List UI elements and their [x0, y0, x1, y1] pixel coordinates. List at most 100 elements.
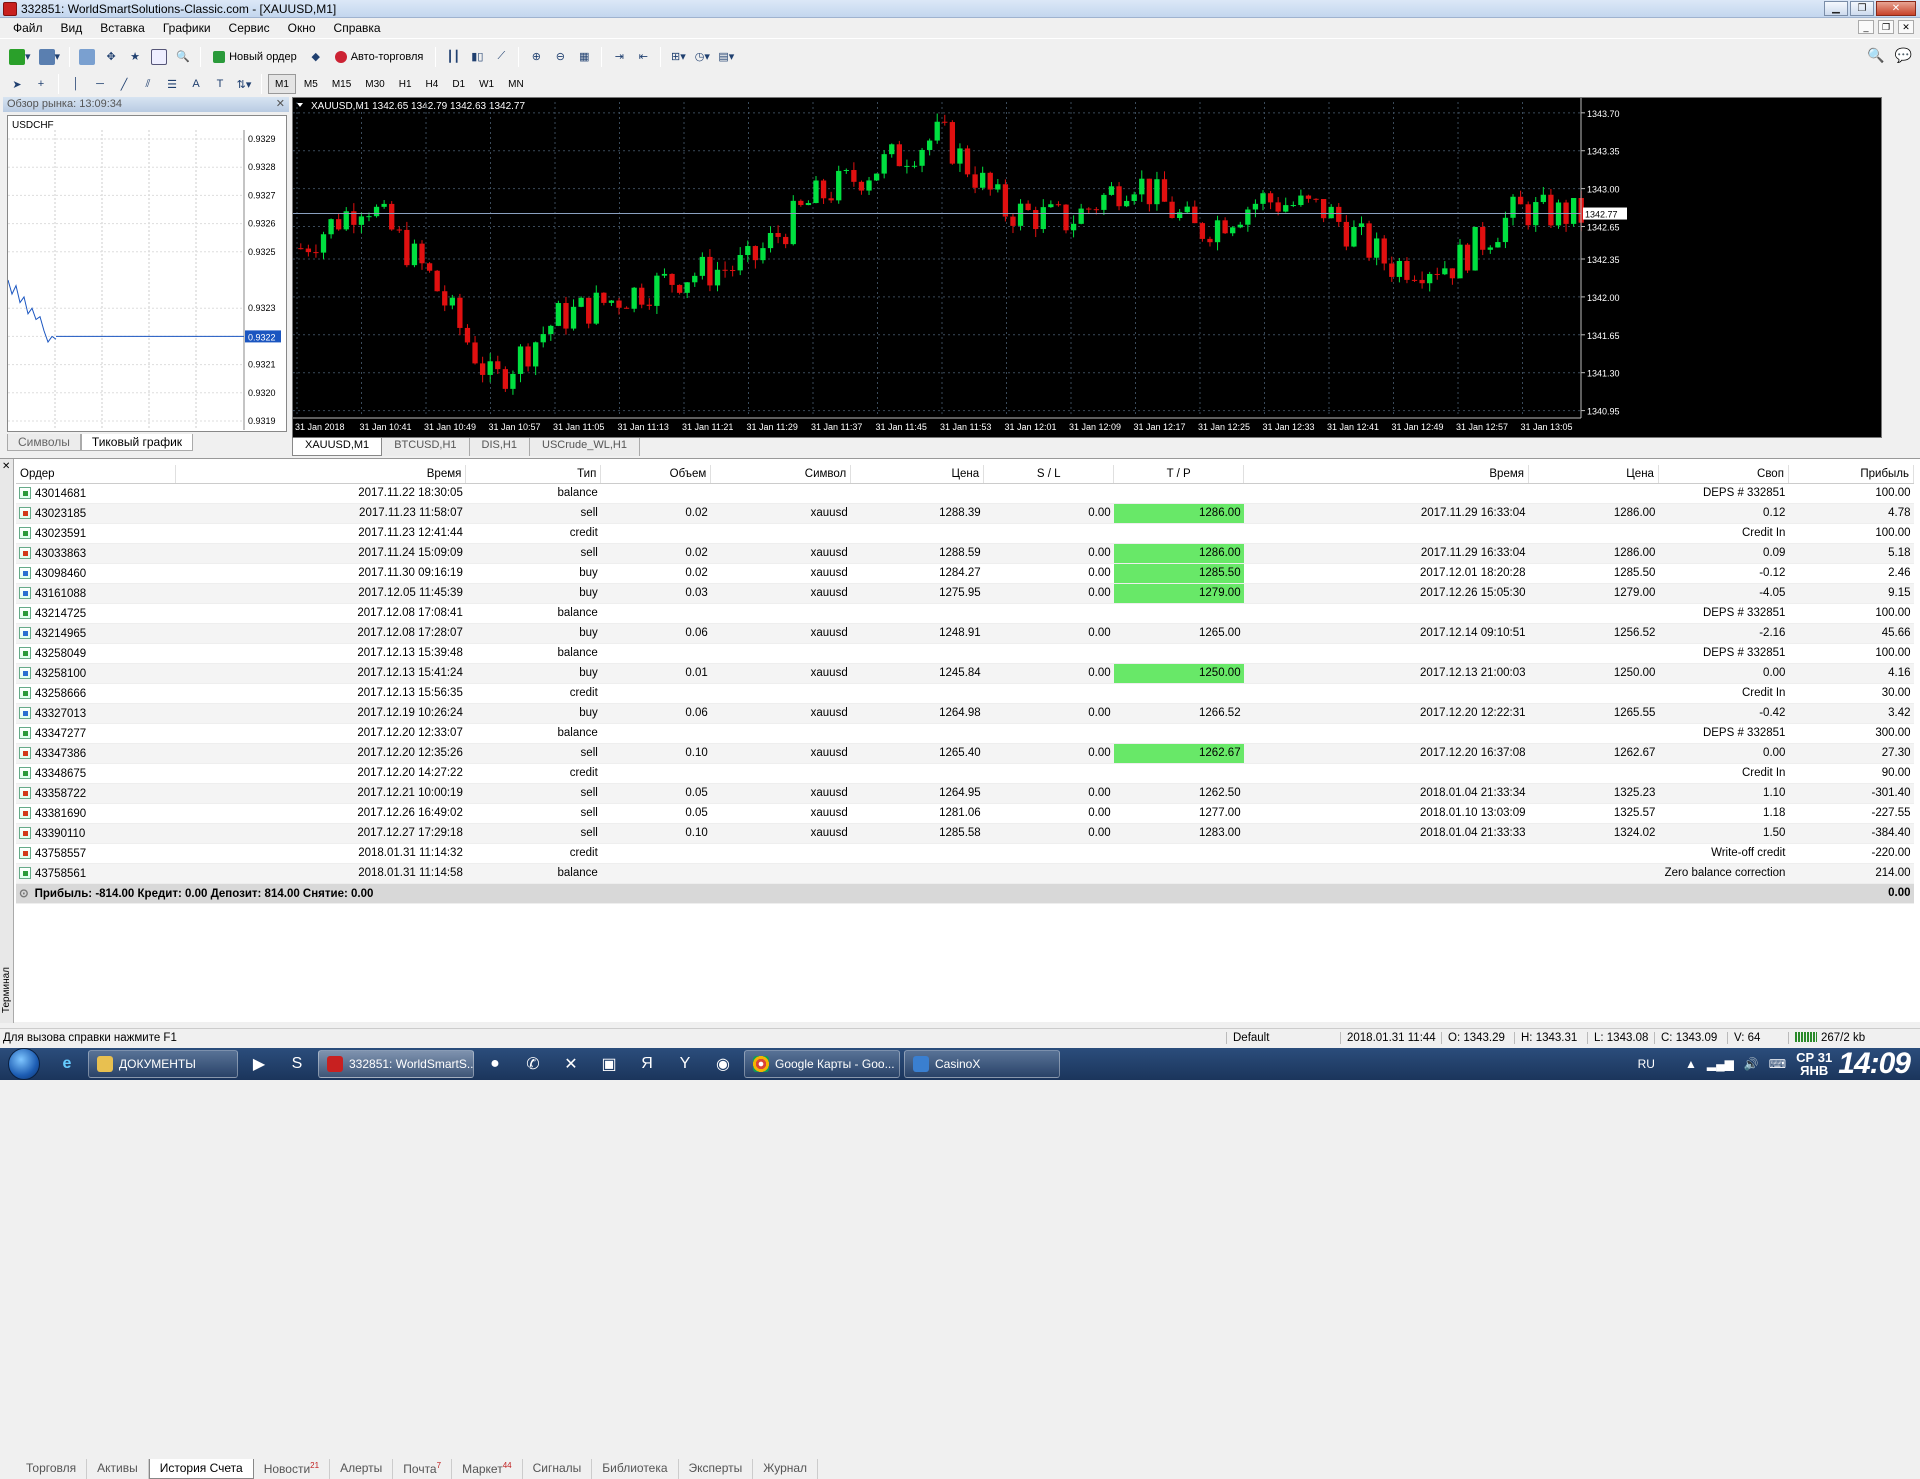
task-casinox[interactable]: CasinoX [904, 1050, 1060, 1078]
table-row[interactable]: 43023591 2017.11.23 12:41:44 credit Credit … [16, 523, 1914, 544]
table-row[interactable]: 43347386 2017.12.20 12:35:26 sell 0.10 xauus… [16, 743, 1914, 764]
table-row[interactable]: 43348675 2017.12.20 14:27:22 credit Credit … [16, 763, 1914, 784]
terminal-tab-3[interactable]: Новости21 [254, 1459, 331, 1479]
table-row[interactable]: 43327013 2017.12.19 10:26:24 buy 0.06 xauusd… [16, 703, 1914, 724]
terminal-tab-7[interactable]: Сигналы [523, 1459, 593, 1479]
templates-icon[interactable]: ▤▾ [715, 46, 737, 68]
chart-shift-icon[interactable]: ⇤ [632, 46, 654, 68]
bar-chart-icon[interactable]: ┃┃ [442, 46, 464, 68]
terminal-tab-0[interactable]: Торговля [16, 1459, 88, 1479]
table-row[interactable]: 43258666 2017.12.13 15:56:35 credit Credit … [16, 683, 1914, 704]
chat-icon[interactable]: 💬 [1895, 47, 1912, 64]
text-label-icon[interactable]: T [209, 73, 231, 95]
data-window-icon[interactable]: ✥ [100, 46, 122, 68]
col-close-price[interactable]: Цена [1528, 465, 1659, 484]
terminal-tab-9[interactable]: Эксперты [679, 1459, 754, 1479]
close-icon[interactable]: ✕ [276, 97, 285, 112]
task-google-maps[interactable]: Google Карты - Goo... [744, 1050, 900, 1078]
periods-icon[interactable]: ◷▾ [691, 46, 713, 68]
col-symbol[interactable]: Символ [710, 465, 852, 484]
table-row[interactable]: 43347277 2017.12.20 12:33:07 balance DEPS #… [16, 723, 1914, 744]
mdi-minimize-button[interactable]: _ [1858, 20, 1874, 34]
mdi-restore-button[interactable]: ❐ [1878, 20, 1894, 34]
table-row[interactable]: 43033863 2017.11.24 15:09:09 sell 0.02 xauus… [16, 543, 1914, 564]
table-row[interactable]: 43358722 2017.12.21 10:00:19 sell 0.05 xauus… [16, 783, 1914, 804]
yandex-icon[interactable]: Я [628, 1049, 666, 1079]
timeframe-w1[interactable]: W1 [473, 74, 500, 94]
status-profile[interactable]: Default [1226, 1032, 1269, 1044]
new-order-button[interactable]: Новый ордер [207, 46, 303, 68]
timeframe-h1[interactable]: H1 [393, 74, 418, 94]
timeframe-d1[interactable]: D1 [446, 74, 471, 94]
table-row[interactable]: 43161088 2017.12.05 11:45:39 buy 0.03 xauusd… [16, 583, 1914, 604]
zoom-in-icon[interactable]: ⊕ [525, 46, 547, 68]
table-row[interactable]: 43381690 2017.12.26 16:49:02 sell 0.05 xauus… [16, 803, 1914, 824]
new-chart-icon[interactable]: ▾ [6, 46, 34, 68]
col-price[interactable]: Цена [850, 465, 985, 484]
col-time[interactable]: Время [175, 465, 467, 484]
minimize-button[interactable]: ▁ [1824, 1, 1848, 16]
col-type[interactable]: Тип [465, 465, 602, 484]
yandex-browser-icon[interactable]: Y [666, 1049, 704, 1079]
language-indicator[interactable]: RU [1638, 1057, 1655, 1071]
navigator-icon[interactable]: ★ [124, 46, 146, 68]
chart-tab-xauusd[interactable]: XAUUSD,M1 [292, 438, 383, 456]
firefox-icon[interactable]: ◉ [704, 1049, 742, 1079]
menu-view[interactable]: Вид [52, 18, 92, 38]
auto-trading-button[interactable]: Авто-торговля [329, 46, 430, 68]
fibonacci-icon[interactable]: ☰ [161, 73, 183, 95]
col-swap[interactable]: Своп [1658, 465, 1789, 484]
keyboard-icon[interactable]: ⌨ [1769, 1057, 1786, 1071]
signal-icon[interactable]: ▂▄▆ [1707, 1057, 1734, 1071]
cursor-icon[interactable]: ➤ [6, 73, 28, 95]
app-x-icon[interactable]: ✕ [552, 1049, 590, 1079]
menu-tools[interactable]: Сервис [220, 18, 279, 38]
terminal-tab-1[interactable]: Активы [87, 1459, 149, 1479]
table-row[interactable]: 43258100 2017.12.13 15:41:24 buy 0.01 xauusd… [16, 663, 1914, 684]
maximize-button[interactable]: ❐ [1850, 1, 1874, 16]
metaeditor-icon[interactable]: ◆ [305, 46, 327, 68]
clock-time[interactable]: 14:09 [1838, 1047, 1911, 1081]
tick-chart[interactable]: USDCHF 0.9329 0.9328 0.9327 0.9326 0.9325 0.9… [7, 115, 287, 432]
timeframe-h4[interactable]: H4 [420, 74, 445, 94]
tab-tick-chart[interactable]: Тиковый график [80, 434, 194, 451]
crosshair-icon[interactable]: + [30, 73, 52, 95]
terminal-tab-10[interactable]: Журнал [753, 1459, 819, 1479]
mdi-close-button[interactable]: ✕ [1898, 20, 1914, 34]
whatsapp-icon[interactable]: ✆ [514, 1049, 552, 1079]
col-tp[interactable]: T / P [1113, 465, 1245, 484]
menu-help[interactable]: Справка [325, 18, 390, 38]
table-row[interactable]: 43758561 2018.01.31 11:14:58 balance Zero b… [16, 863, 1914, 884]
terminal-tab-5[interactable]: Почта7 [393, 1459, 453, 1479]
table-row[interactable]: 43023185 2017.11.23 11:58:07 sell 0.02 xauus… [16, 503, 1914, 524]
close-icon[interactable]: ✕ [2, 461, 10, 472]
zoom-out-icon[interactable]: ⊖ [549, 46, 571, 68]
chart-tab-dis[interactable]: DIS,H1 [469, 438, 530, 456]
terminal-tab-6[interactable]: Маркет44 [452, 1459, 523, 1479]
tester-icon[interactable]: 🔍 [172, 46, 194, 68]
ie-icon[interactable]: e [48, 1049, 86, 1079]
profiles-icon[interactable]: ▾ [36, 46, 64, 68]
price-chart[interactable]: XAUUSD,M1 1342.65 1342.79 1342.63 1342.7… [292, 97, 1882, 438]
text-icon[interactable]: A [185, 73, 207, 95]
clock-date[interactable]: СР 31 ЯНВ [1796, 1051, 1832, 1077]
tab-symbols[interactable]: Символы [7, 434, 81, 451]
horizontal-line-icon[interactable]: ─ [89, 73, 111, 95]
table-row[interactable]: 43014681 2017.11.22 18:30:05 balance DEPS #… [16, 483, 1914, 504]
terminal-icon[interactable] [148, 46, 170, 68]
line-chart-icon[interactable]: ⟋ [490, 46, 512, 68]
timeframe-m30[interactable]: M30 [359, 74, 390, 94]
menu-charts[interactable]: Графики [154, 18, 220, 38]
table-row[interactable]: 43214965 2017.12.08 17:28:07 buy 0.06 xauusd… [16, 623, 1914, 644]
col-order[interactable]: Ордер [16, 465, 177, 484]
terminal-tab-4[interactable]: Алерты [330, 1459, 394, 1479]
messenger-icon[interactable]: ● [476, 1049, 514, 1079]
table-row[interactable]: 43258049 2017.12.13 15:39:48 balance DEPS #… [16, 643, 1914, 664]
volume-icon[interactable]: 🔊 [1744, 1057, 1759, 1071]
start-button[interactable] [0, 1048, 48, 1080]
terminal-tab-8[interactable]: Библиотека [592, 1459, 679, 1479]
market-watch-icon[interactable] [76, 46, 98, 68]
arrows-icon[interactable]: ⇅▾ [233, 73, 255, 95]
timeframe-m5[interactable]: M5 [298, 74, 324, 94]
close-button[interactable]: ✕ [1876, 1, 1916, 16]
